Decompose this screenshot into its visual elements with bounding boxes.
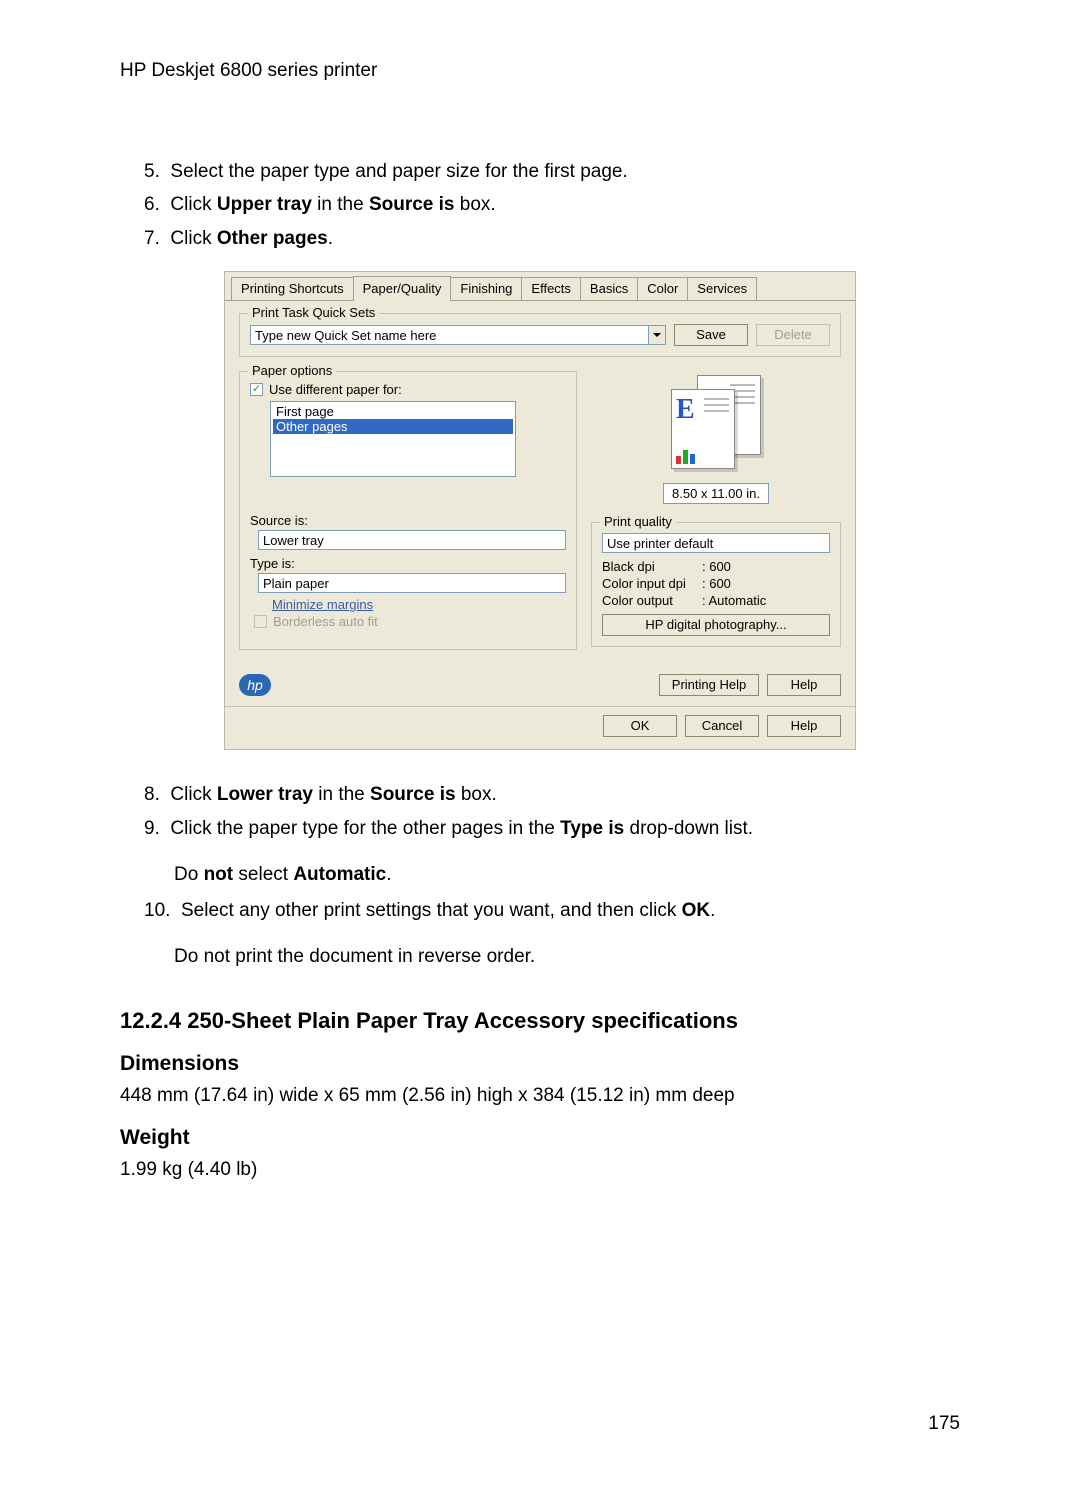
- minimize-margins-link[interactable]: Minimize margins: [272, 597, 566, 612]
- chevron-down-icon[interactable]: [649, 325, 666, 345]
- dialog-body: Print Task Quick Sets Save Delete: [225, 301, 855, 706]
- step-10: 10. Select any other print settings that…: [120, 896, 960, 925]
- weight-text: 1.99 kg (4.40 lb): [120, 1156, 960, 1185]
- borderless-checkbox: [254, 615, 267, 628]
- type-label: Type is:: [250, 556, 566, 571]
- steps-bottom: 8. Click Lower tray in the Source is box…: [120, 780, 960, 843]
- tab-printing-shortcuts[interactable]: Printing Shortcuts: [231, 277, 354, 300]
- weight-heading: Weight: [120, 1126, 960, 1150]
- print-dialog: Printing Shortcuts Paper/Quality Finishi…: [224, 271, 856, 750]
- dialog-footer: OK Cancel Help: [225, 706, 855, 749]
- list-item[interactable]: Other pages: [273, 419, 513, 434]
- group-print-quality: Print quality Black dpi: 600 Color input…: [591, 522, 841, 647]
- step-num: 9.: [144, 818, 160, 839]
- page-list[interactable]: First page Other pages: [270, 401, 516, 477]
- borderless-label: Borderless auto fit: [273, 614, 378, 629]
- print-quality-dropdown[interactable]: [602, 533, 830, 553]
- tab-finishing[interactable]: Finishing: [450, 277, 522, 300]
- step-9-note: Do not select Automatic.: [120, 861, 960, 890]
- step-7: 7. Click Other pages.: [120, 224, 960, 253]
- step-text: Select the paper type and paper size for…: [170, 161, 627, 182]
- group-quicksets: Print Task Quick Sets Save Delete: [239, 313, 841, 357]
- cancel-button[interactable]: Cancel: [685, 715, 759, 737]
- document-page: HP Deskjet 6800 series printer 5. Select…: [0, 0, 1080, 1495]
- delete-button: Delete: [756, 324, 830, 346]
- page-number: 175: [928, 1413, 960, 1435]
- step-num: 8.: [144, 784, 160, 805]
- tab-basics[interactable]: Basics: [580, 277, 638, 300]
- group-legend: Paper options: [248, 363, 336, 378]
- step-10-note: Do not print the document in reverse ord…: [120, 943, 960, 972]
- paper-size-display: 8.50 x 11.00 in.: [663, 483, 769, 504]
- source-label: Source is:: [250, 513, 566, 528]
- step-8: 8. Click Lower tray in the Source is box…: [120, 780, 960, 809]
- tab-services[interactable]: Services: [687, 277, 757, 300]
- printing-help-button[interactable]: Printing Help: [659, 674, 759, 696]
- group-legend: Print quality: [600, 514, 676, 529]
- group-paper-options: Paper options Use different paper for: F…: [239, 371, 577, 650]
- steps-top: 5. Select the paper type and paper size …: [120, 157, 960, 253]
- tab-strip: Printing Shortcuts Paper/Quality Finishi…: [225, 272, 855, 301]
- source-dropdown[interactable]: [258, 530, 566, 550]
- step-9: 9. Click the paper type for the other pa…: [120, 814, 960, 843]
- group-legend: Print Task Quick Sets: [248, 305, 379, 320]
- type-dropdown[interactable]: [258, 573, 566, 593]
- dimensions-heading: Dimensions: [120, 1052, 960, 1076]
- step-6: 6. Click Upper tray in the Source is box…: [120, 190, 960, 219]
- steps-bottom-2: 10. Select any other print settings that…: [120, 896, 960, 925]
- step-num: 6.: [144, 194, 160, 215]
- use-different-checkbox[interactable]: [250, 383, 263, 396]
- help-button[interactable]: Help: [767, 674, 841, 696]
- step-num: 5.: [144, 161, 160, 182]
- ok-button[interactable]: OK: [603, 715, 677, 737]
- section-heading: 12.2.4 250-Sheet Plain Paper Tray Access…: [120, 1008, 960, 1034]
- tab-effects[interactable]: Effects: [521, 277, 581, 300]
- letter-e-icon: E: [676, 394, 695, 426]
- tab-color[interactable]: Color: [637, 277, 688, 300]
- doc-header: HP Deskjet 6800 series printer: [120, 60, 960, 82]
- quickset-name-input[interactable]: [250, 325, 649, 345]
- hp-logo-icon: hp: [239, 674, 271, 696]
- step-5: 5. Select the paper type and paper size …: [120, 157, 960, 186]
- list-item[interactable]: First page: [273, 404, 513, 419]
- step-num: 7.: [144, 228, 160, 249]
- dimensions-text: 448 mm (17.64 in) wide x 65 mm (2.56 in)…: [120, 1082, 960, 1111]
- dialog-screenshot: Printing Shortcuts Paper/Quality Finishi…: [120, 271, 960, 750]
- save-button[interactable]: Save: [674, 324, 748, 346]
- hp-digital-photo-button[interactable]: HP digital photography...: [602, 614, 830, 636]
- use-different-label: Use different paper for:: [269, 382, 402, 397]
- page-preview: E 8.50 x 11.00 in.: [591, 371, 841, 504]
- tab-paper-quality[interactable]: Paper/Quality: [353, 276, 452, 301]
- step-num: 10.: [144, 900, 170, 921]
- help-button[interactable]: Help: [767, 715, 841, 737]
